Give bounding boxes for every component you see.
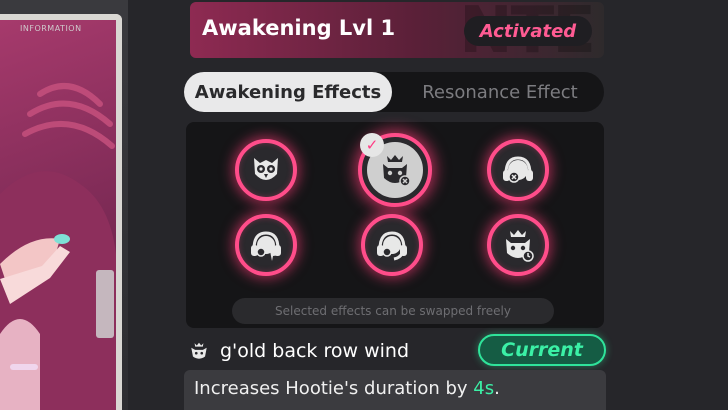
current-effect-name: g'old back row wind [220,340,409,362]
cat-crown-icon [383,155,411,187]
effect-tabs: Awakening Effects Resonance Effect [184,72,604,112]
current-badge-label: Current [501,339,583,361]
effect-slot-headphones[interactable] [487,139,549,201]
headphones-spiky-icon [251,231,281,261]
current-badge: Current [478,334,606,366]
card-caption: INFORMATION [20,24,82,33]
effect-description: Increases Hootie's duration by 4s. [184,370,606,410]
effect-slot-cat-clock[interactable] [487,214,549,276]
cat-crown-icon [191,342,207,359]
cat-clock-icon [506,230,534,262]
selected-check-icon: ✓ [360,133,384,157]
tab-awakening-effects[interactable]: Awakening Effects [184,72,392,112]
character-card: INFORMATION [0,14,122,410]
effect-slot-owl[interactable] [235,139,297,201]
headphones-arrow-icon [377,231,407,261]
awakening-level-title: Awakening Lvl 1 [202,16,396,40]
headphones-icon [503,156,533,183]
panel-drag-handle[interactable] [96,270,114,338]
description-suffix: . [494,378,500,399]
character-art [0,83,116,410]
description-text: Increases Hootie's duration by [194,378,474,399]
character-panel: INFORMATION [0,0,128,410]
effect-slot-headphones-arrow[interactable] [361,214,423,276]
effect-slot-headphones-spiky[interactable] [235,214,297,276]
effect-slot-cat-crown[interactable]: ✓ [358,133,432,207]
owl-icon [254,158,278,180]
description-duration-value: 4s [473,378,495,399]
tab-resonance-effect[interactable]: Resonance Effect [396,72,604,112]
awakening-header: NTE Awakening Lvl 1 Activated [190,2,604,58]
status-badge: Activated [464,16,592,46]
status-label: Activated [479,20,577,42]
selection-hint: Selected effects can be swapped freely [232,298,554,324]
